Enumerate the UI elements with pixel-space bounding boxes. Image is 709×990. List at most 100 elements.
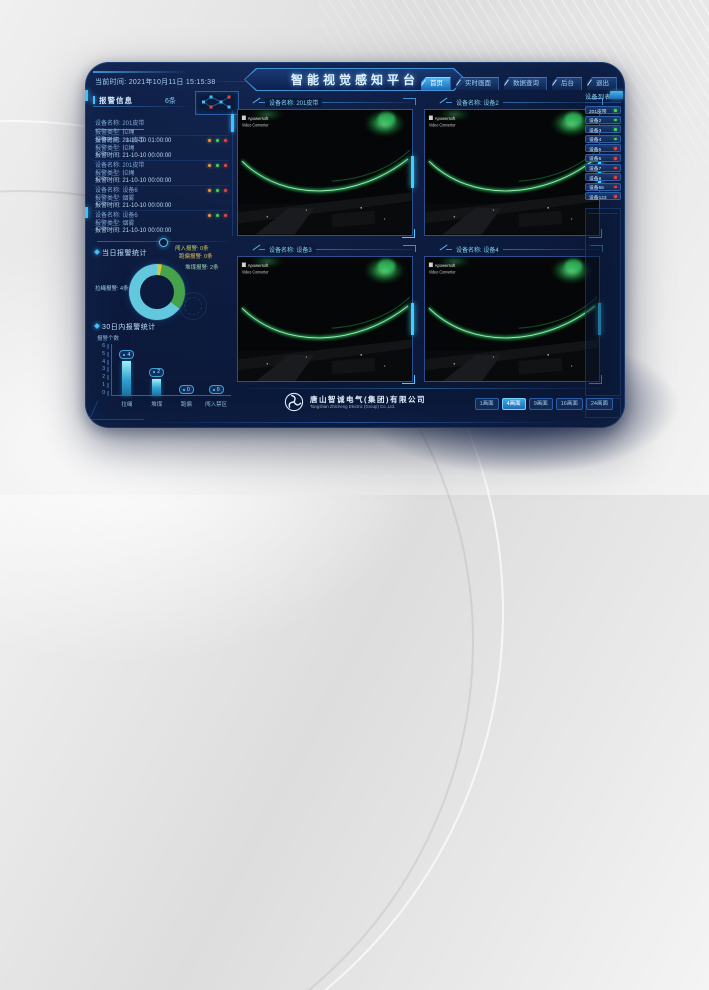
- alarm-slider-knob[interactable]: [159, 238, 168, 247]
- nav-tab[interactable]: 后台: [552, 77, 582, 90]
- page: { "header": { "time": "当前时间: 2021年10月11日…: [0, 0, 709, 495]
- device-name: 设备55: [589, 184, 604, 191]
- device-detail-placeholder: [585, 208, 621, 396]
- video-watermark-line1: Apowersoft: [435, 262, 456, 267]
- device-name: 设备6: [589, 155, 601, 162]
- y-tick: 6: [102, 344, 109, 349]
- y-tick: 5: [102, 352, 109, 357]
- nav-tabs: 首页实时画面数据查询后台退出: [421, 77, 617, 90]
- alarm-item[interactable]: 设备名称: 设备6 报警类型: 烟雾 报警时间: 21-10-10 00:00:…: [93, 185, 229, 210]
- device-status-dot: [614, 176, 617, 179]
- screen-layout-buttons: 1画面4画面9画面16画面24画面: [475, 398, 613, 410]
- video-watermark-line2: Video Converter: [429, 122, 456, 127]
- screen-right-accent: [411, 156, 414, 188]
- nav-tab[interactable]: 实时画面: [456, 77, 499, 90]
- edge-accent: [85, 90, 88, 101]
- device-status-dot: [614, 195, 617, 198]
- device-status-dot: [614, 186, 617, 189]
- device-status-dot: [614, 128, 617, 131]
- device-item[interactable]: 设备4: [585, 135, 621, 143]
- alarm-scrollbar[interactable]: [232, 110, 233, 236]
- video-panel[interactable]: 设备名称: 设备2: [422, 96, 603, 238]
- header-slant-decoration: [440, 244, 448, 250]
- nav-tab[interactable]: 退出: [587, 77, 617, 90]
- video-screen[interactable]: Apowersoft Video Converter: [237, 109, 413, 236]
- status-light-red: [224, 214, 227, 217]
- company-branding: 唐山智诚电气(集团)有限公司 Tangshan Zhicheng Electri…: [284, 392, 426, 412]
- video-watermark-line2: Video Converter: [429, 269, 456, 274]
- footer: 唐山智诚电气(集团)有限公司 Tangshan Zhicheng Electri…: [85, 388, 625, 428]
- screen-layout-button[interactable]: 9画面: [529, 398, 553, 410]
- video-panel-header: 设备名称: 设备4: [422, 243, 603, 256]
- alarm-status-lights: [208, 189, 227, 192]
- left-sidebar: 报警信息 6条 设备名称: 201皮带 报警类型: 拉绳 报警时间: 21-10…: [93, 94, 235, 424]
- header-slant-decoration: [253, 98, 261, 104]
- status-light-green: [216, 189, 219, 192]
- alarm-item[interactable]: 设备名称: 201皮带 报警类型: 拉绳 报警时间: 21-10-10 01:0…: [93, 110, 229, 135]
- time-decoration-line: [93, 71, 189, 73]
- screen-layout-button[interactable]: 4画面: [502, 398, 526, 410]
- device-item[interactable]: 201皮带: [585, 106, 621, 114]
- nav-tab[interactable]: 数据查询: [504, 77, 547, 90]
- alarm-device: 设备名称: 201皮带: [95, 121, 144, 130]
- video-screen[interactable]: Apowersoft Video Converter: [424, 109, 600, 236]
- device-name: 设备4: [589, 136, 601, 143]
- alarm-time: 报警时间: 21-10-10 00:00:00: [95, 228, 229, 236]
- screen-corner-bracket: [402, 375, 415, 384]
- device-list-action-chip[interactable]: [610, 91, 623, 99]
- video-panel[interactable]: 设备名称: 设备3: [235, 243, 416, 385]
- donut-label: 跑偏报警: 0条: [179, 252, 213, 260]
- screen-layout-button[interactable]: 24画面: [586, 398, 613, 410]
- bar-value: 4: [127, 352, 130, 358]
- monthly-stats-title: 30日内报警统计: [95, 322, 156, 332]
- screen-layout-button[interactable]: 1画面: [475, 398, 499, 410]
- device-item[interactable]: 设备8: [585, 173, 621, 181]
- alarm-item[interactable]: 设备名称: 设备6 报警类型: 烟雾 报警时间: 21-10-10 00:00:…: [93, 210, 229, 235]
- device-item[interactable]: 设备7: [585, 164, 621, 172]
- video-panel[interactable]: 设备名称: 201皮带: [235, 96, 416, 238]
- video-panel-title: 设备名称: 设备3: [265, 245, 316, 254]
- bar-value-pill: 4: [119, 350, 134, 359]
- alarm-slider-track[interactable]: [97, 241, 227, 242]
- header-slant-decoration: [440, 98, 448, 104]
- donut-label: 闯入报警: 0条: [175, 244, 209, 252]
- alarm-item[interactable]: 设备名称: 201皮带 报警类型: 拉绳 报警时间: 21-10-10 00:0…: [93, 160, 229, 185]
- device-item[interactable]: 设备5: [585, 144, 621, 152]
- status-light-red: [224, 139, 227, 142]
- right-sidebar: 设备列表 201皮带 设备2 设备3 设备4 设备5 设备6 设备7 设备8 设…: [585, 92, 621, 422]
- company-name-en: Tangshan Zhicheng Electric (Group) Co.,L…: [310, 404, 426, 409]
- device-name: 设备5: [589, 146, 601, 153]
- video-panel-title: 设备名称: 201皮带: [265, 98, 322, 107]
- device-list: 201皮带 设备2 设备3 设备4 设备5 设备6 设备7 设备8 设备55 设…: [585, 106, 621, 202]
- status-light-green: [216, 214, 219, 217]
- video-watermark-line2: Video Converter: [242, 269, 269, 274]
- dashboard-panel: 当前时间: 2021年10月11日 15:15:38 智能视觉感知平台 首页实时…: [85, 62, 625, 428]
- device-status-dot: [614, 157, 617, 160]
- device-status-dot: [614, 138, 617, 141]
- screen-layout-button[interactable]: 16画面: [556, 398, 583, 410]
- video-panel-header: 设备名称: 201皮带: [235, 96, 416, 109]
- video-watermark-line1: Apowersoft: [435, 116, 456, 121]
- device-name: 设备3: [589, 127, 601, 134]
- video-panel-title: 设备名称: 设备2: [452, 98, 503, 107]
- video-panel[interactable]: 设备名称: 设备4: [422, 243, 603, 385]
- video-screen[interactable]: Apowersoft Video Converter: [237, 256, 413, 383]
- device-item[interactable]: 设备55: [585, 183, 621, 191]
- device-item[interactable]: 设备2: [585, 116, 621, 124]
- screen-corner-bracket: [402, 229, 415, 238]
- device-list-header: 设备列表: [585, 92, 621, 103]
- alarm-item[interactable]: 设备名称: 201皮带 报警类型: 拉绳 报警时间: 21-10-10 00:0…: [93, 135, 229, 160]
- device-item[interactable]: 设备3: [585, 125, 621, 133]
- device-name: 设备2: [589, 117, 601, 124]
- alarm-list: 设备名称: 201皮带 报警类型: 拉绳 报警时间: 21-10-10 01:0…: [93, 110, 229, 236]
- video-watermark-line1: Apowersoft: [248, 262, 269, 267]
- video-screen[interactable]: Apowersoft Video Converter: [424, 256, 600, 383]
- status-light-orange: [208, 139, 211, 142]
- alarm-count-badge: 6条: [165, 96, 176, 106]
- video-feed-image: Apowersoft Video Converter: [425, 257, 599, 382]
- device-item[interactable]: 设备123: [585, 192, 621, 200]
- device-item[interactable]: 设备6: [585, 154, 621, 162]
- nav-tab[interactable]: 首页: [421, 77, 451, 90]
- status-light-orange: [208, 164, 211, 167]
- header-corner-decoration: [403, 245, 416, 252]
